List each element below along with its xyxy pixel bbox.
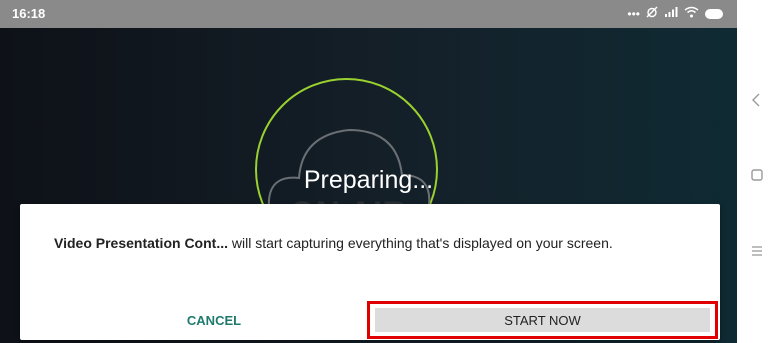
wifi-icon [684, 6, 699, 21]
screen-capture-dialog: Video Presentation Cont... will start ca… [20, 204, 720, 340]
start-now-button[interactable]: START NOW [375, 308, 710, 332]
app-screen: 16:18 ••• ON AIR Preparing... Video Pres… [0, 0, 737, 343]
back-icon[interactable] [751, 93, 761, 110]
status-time: 16:18 [12, 6, 46, 21]
preparing-text: Preparing... [303, 166, 434, 194]
navigation-bar [737, 0, 775, 343]
status-bar: 16:18 ••• [0, 0, 737, 28]
alarm-off-icon [646, 6, 658, 21]
dialog-app-name: Video Presentation Cont... [54, 235, 228, 251]
dialog-message: Video Presentation Cont... will start ca… [54, 235, 613, 251]
signal-icon [664, 6, 678, 21]
cancel-button[interactable]: CANCEL [40, 302, 388, 338]
more-dots-icon: ••• [627, 6, 640, 21]
menu-icon[interactable] [751, 244, 763, 260]
status-icons: ••• [627, 6, 723, 21]
home-icon[interactable] [751, 168, 763, 184]
battery-icon [705, 8, 723, 19]
start-now-highlight: START NOW [367, 301, 718, 339]
dialog-message-text: will start capturing everything that's d… [228, 235, 613, 251]
